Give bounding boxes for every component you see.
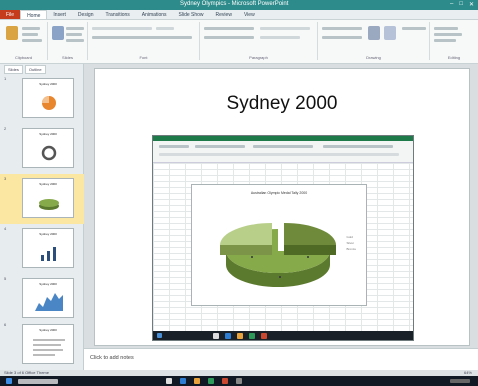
- slide-number: 1: [4, 76, 7, 81]
- taskbar-app-icon[interactable]: [208, 378, 214, 384]
- slide-number: 6: [4, 322, 7, 327]
- ribbon-group-slides: Slides: [48, 22, 88, 60]
- thumbnail-preview[interactable]: Sydney 2000: [22, 178, 74, 218]
- slide-title[interactable]: Sydney 2000: [95, 93, 469, 115]
- excel-ribbon: [153, 141, 413, 163]
- pie-chart-icon: [39, 199, 59, 210]
- status-text: Slide 3 of 6 Office Theme: [4, 370, 49, 375]
- embedded-taskbar: [153, 331, 413, 340]
- thumbnail-preview[interactable]: Sydney 2000: [22, 278, 74, 318]
- taskbar-app-icon[interactable]: [222, 378, 228, 384]
- slide-thumbnail[interactable]: 6 Sydney 2000: [0, 320, 84, 370]
- tab-transitions[interactable]: Transitions: [100, 10, 136, 19]
- taskbar-app-icon[interactable]: [166, 378, 172, 384]
- windows-taskbar: [0, 376, 478, 386]
- slide-thumbnail-pane: Slides Outline 1 Sydney 2000 2 Sydney 2000 3…: [0, 64, 84, 370]
- slide-thumbnail[interactable]: 2 Sydney 2000: [0, 124, 84, 174]
- slide-number: 3: [4, 176, 7, 181]
- ribbon-group-paragraph: Paragraph: [200, 22, 318, 60]
- slide-thumbnail[interactable]: 4 Sydney 2000: [0, 224, 84, 274]
- tab-animations[interactable]: Animations: [136, 10, 173, 19]
- pie-chart-icon: [42, 96, 56, 110]
- clock-icon: [450, 379, 470, 383]
- close-button[interactable]: ✕: [469, 1, 474, 8]
- tab-slides[interactable]: Slides: [4, 65, 23, 74]
- slide-thumbnail[interactable]: 1 Sydney 2000: [0, 74, 84, 124]
- area-chart-icon: [35, 293, 63, 311]
- paste-icon[interactable]: [6, 26, 18, 40]
- bar-chart-icon: [41, 247, 56, 261]
- slide-thumbnail[interactable]: 3 Sydney 2000: [0, 174, 84, 224]
- tab-slide-show[interactable]: Slide Show: [173, 10, 210, 19]
- tab-insert[interactable]: Insert: [47, 10, 72, 19]
- taskbar-app-icon[interactable]: [236, 378, 242, 384]
- tab-review[interactable]: Review: [210, 10, 238, 19]
- tab-view[interactable]: View: [238, 10, 261, 19]
- arrange-icon[interactable]: [368, 26, 380, 40]
- thumbnail-preview[interactable]: Sydney 2000: [22, 228, 74, 268]
- slide-thumbnail[interactable]: 5 Sydney 2000: [0, 274, 84, 324]
- current-slide[interactable]: Sydney 2000 Australian Olympic Medal Tal…: [94, 68, 470, 346]
- chart-legend: Gold Silver Bronze: [346, 235, 356, 251]
- zoom-level[interactable]: 64%: [464, 370, 472, 375]
- legend-item: Silver: [346, 241, 354, 245]
- window-title: Sydney Olympics - Microsoft PowerPoint: [180, 1, 289, 7]
- tab-design[interactable]: Design: [72, 10, 100, 19]
- thumbnail-preview[interactable]: Sydney 2000: [22, 324, 74, 364]
- new-slide-icon[interactable]: [52, 26, 64, 40]
- text-lines-icon: [33, 339, 65, 356]
- ribbon-group-font: Font: [88, 22, 200, 60]
- pie-chart[interactable]: Australian Olympic Medal Tally 2000 Gold…: [191, 184, 367, 306]
- notes-pane[interactable]: Click to add notes: [84, 348, 478, 370]
- slide-canvas: Sydney 2000 Australian Olympic Medal Tal…: [84, 64, 478, 348]
- thumbnail-preview[interactable]: Sydney 2000: [22, 78, 74, 118]
- donut-chart-icon: [41, 145, 57, 161]
- title-bar: Sydney Olympics - Microsoft PowerPoint –…: [0, 0, 478, 10]
- slide-number: 5: [4, 276, 7, 281]
- ribbon-tabs: File Home Insert Design Transitions Animation…: [0, 10, 478, 20]
- quick-styles-icon[interactable]: [384, 26, 396, 40]
- tab-file[interactable]: File: [0, 10, 21, 19]
- legend-item: Gold: [346, 235, 353, 239]
- ribbon: Clipboard Slides Font Paragraph Drawing …: [0, 20, 478, 64]
- ribbon-group-drawing: Drawing: [318, 22, 430, 60]
- taskbar-app-icon[interactable]: [180, 378, 186, 384]
- tab-outline[interactable]: Outline: [24, 65, 46, 74]
- slide-number: 4: [4, 226, 7, 231]
- thumbnail-preview[interactable]: Sydney 2000: [22, 128, 74, 168]
- pie-chart-graphic: [220, 223, 336, 287]
- notes-placeholder[interactable]: Click to add notes: [90, 355, 134, 361]
- search-icon[interactable]: [18, 379, 58, 384]
- embedded-screenshot[interactable]: Australian Olympic Medal Tally 2000 Gold…: [152, 135, 414, 341]
- tab-home[interactable]: Home: [20, 10, 48, 19]
- minimize-button[interactable]: –: [450, 1, 453, 8]
- taskbar-app-icon[interactable]: [194, 378, 200, 384]
- start-icon[interactable]: [6, 378, 12, 384]
- slide-number: 2: [4, 126, 7, 131]
- legend-item: Bronze: [346, 247, 356, 251]
- ribbon-group-clipboard: Clipboard: [0, 22, 48, 60]
- ribbon-group-editing: Editing: [430, 22, 478, 60]
- maximize-button[interactable]: □: [459, 1, 463, 8]
